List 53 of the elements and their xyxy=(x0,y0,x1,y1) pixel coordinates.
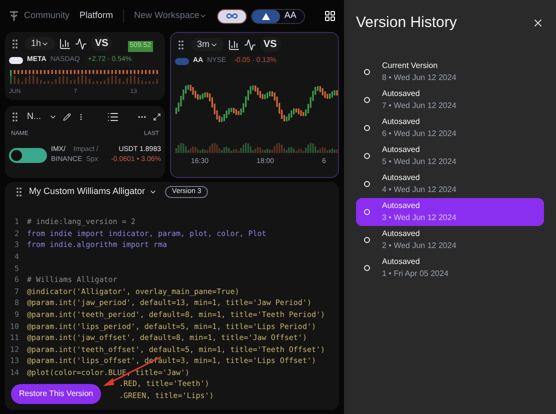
version-item[interactable]: Autosaved 7 • Wed Jun 12 2024 xyxy=(356,86,544,114)
version-date: 7 • Wed Jun 12 2024 xyxy=(382,100,456,112)
workspace-dropdown[interactable]: New Workspace xyxy=(123,9,208,23)
symbol-logo-icon xyxy=(9,56,23,64)
version-title: Current Version xyxy=(382,60,439,72)
triangle-logo-icon xyxy=(262,12,270,20)
panel-title: Version History xyxy=(356,12,457,33)
infinity-icon xyxy=(226,13,238,19)
ticker-toggle[interactable]: AA xyxy=(251,8,306,24)
grid-icon[interactable] xyxy=(324,10,336,22)
logo-icon xyxy=(8,10,20,22)
version-title: Autosaved xyxy=(382,256,421,268)
version-date: 5 • Wed Jun 12 2024 xyxy=(382,156,456,168)
interval-dropdown[interactable]: 1h xyxy=(25,36,56,50)
function-icon[interactable] xyxy=(244,38,256,50)
version-title: Autosaved xyxy=(382,172,421,184)
community-link[interactable]: Community xyxy=(24,9,70,23)
edit-icon[interactable] xyxy=(63,112,72,121)
version-title: Autosaved xyxy=(382,228,421,240)
interval-dropdown[interactable]: 3m xyxy=(191,38,224,52)
caret-icon xyxy=(149,188,158,196)
version-date: 2 • Wed Jun 12 2024 xyxy=(382,240,456,252)
version-title: Autosaved xyxy=(382,200,421,212)
compare-button[interactable]: VS xyxy=(260,37,281,52)
compare-button[interactable]: VS xyxy=(91,36,112,51)
indicator-icon[interactable] xyxy=(59,38,72,50)
version-date: 3 • Wed Jun 12 2024 xyxy=(382,212,456,224)
version-title: Autosaved xyxy=(382,116,421,128)
restore-button[interactable]: Restore This Version xyxy=(11,384,102,404)
script-dropdown[interactable]: My Custom Williams Alligator xyxy=(29,185,158,199)
version-item[interactable]: Current Version 8 • Wed Jun 12 2024 xyxy=(356,58,544,86)
pair-logo-icon xyxy=(9,148,47,162)
version-title: Autosaved xyxy=(382,88,421,100)
version-item[interactable]: Autosaved 5 • Wed Jun 12 2024 xyxy=(356,142,544,170)
version-item[interactable]: Autosaved 3 • Wed Jun 12 2024 xyxy=(356,198,544,226)
expand-icon[interactable] xyxy=(153,112,161,121)
infinity-toggle[interactable] xyxy=(217,8,248,24)
version-item[interactable]: Autosaved 4 • Wed Jun 12 2024 xyxy=(356,170,544,198)
caret-icon xyxy=(199,12,208,20)
version-title: Autosaved xyxy=(382,144,421,156)
symbol-logo-icon xyxy=(175,58,189,65)
platform-link[interactable]: Platform xyxy=(80,9,114,23)
indicator-icon[interactable] xyxy=(228,38,240,50)
version-date: 4 • Wed Jun 12 2024 xyxy=(382,184,456,196)
watchlist-dropdown[interactable]: N... xyxy=(27,110,58,124)
version-date: 6 • Wed Jun 12 2024 xyxy=(382,128,456,140)
version-item[interactable]: Autosaved 1 • Fri Apr 05 2024 xyxy=(356,254,544,282)
version-item[interactable]: Autosaved 2 • Wed Jun 12 2024 xyxy=(356,226,544,254)
version-date: 8 • Wed Jun 12 2024 xyxy=(382,72,456,84)
version-item[interactable]: Autosaved 6 • Wed Jun 12 2024 xyxy=(356,114,544,142)
close-icon[interactable] xyxy=(532,17,544,29)
function-icon[interactable] xyxy=(75,38,88,50)
version-date: 1 • Fri Apr 05 2024 xyxy=(382,268,448,280)
